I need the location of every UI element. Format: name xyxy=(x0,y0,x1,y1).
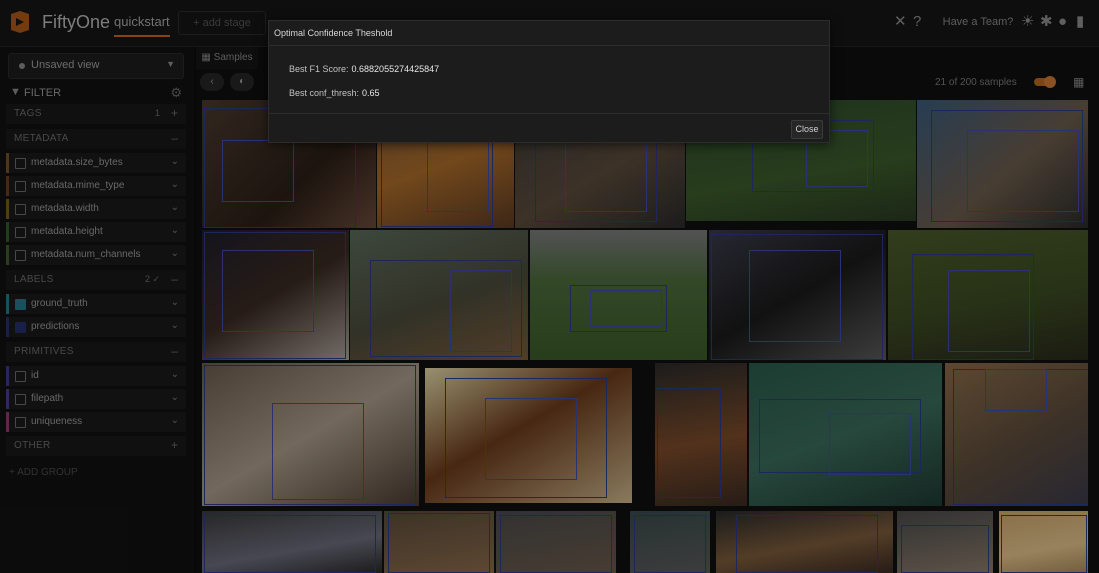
conf-thresh-row: Best conf_thresh: 0.65 xyxy=(289,88,380,98)
conf-thresh-value: 0.65 xyxy=(362,88,380,98)
conf-thresh-label: Best conf_thresh: xyxy=(289,88,360,98)
f1-score-value: 0.6882055274425847 xyxy=(351,64,440,74)
f1-score-row: Best F1 Score: 0.6882055274425847 xyxy=(289,64,439,74)
dialog-title: Optimal Confidence Theshold xyxy=(274,28,393,38)
close-button[interactable]: Close xyxy=(791,120,823,139)
divider xyxy=(269,45,829,46)
divider xyxy=(269,113,829,114)
confidence-threshold-dialog: Optimal Confidence Theshold Best F1 Scor… xyxy=(268,20,830,143)
f1-score-label: Best F1 Score: xyxy=(289,64,349,74)
